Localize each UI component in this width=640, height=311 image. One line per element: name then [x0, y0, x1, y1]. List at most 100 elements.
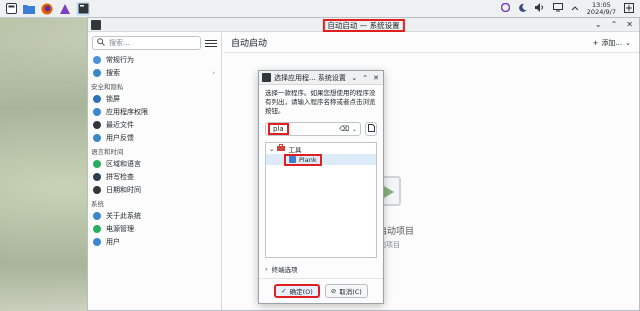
application-search-value: pla [268, 123, 289, 135]
sidebar-item-label: 区域和语言 [106, 159, 141, 168]
sidebar-item-icon [93, 55, 101, 64]
sidebar-item-icon [93, 133, 101, 142]
application-tree: ⌄ 工具 Plank [265, 142, 377, 258]
dialog-maximize-icon[interactable]: ⌃ [362, 74, 368, 82]
chevron-right-icon: › [265, 264, 268, 273]
sidebar-item-icon [93, 185, 101, 194]
taskbar: 13:05 2024/9/7 [0, 0, 640, 18]
sidebar-item-label: 拼写检查 [106, 172, 134, 181]
network-icon[interactable] [552, 3, 563, 14]
window-app-icon [91, 19, 101, 30]
sidebar-item-icon [93, 68, 101, 77]
show-desktop-icon[interactable] [624, 2, 634, 15]
terminal-options-expander[interactable]: › 终端选项 [265, 263, 377, 274]
dialog-description: 选择一款程序。如果您想使用的程序没有列出，请输入程序名称或者点击浏览按钮。 [265, 89, 376, 115]
page-title: 自动启动 [231, 39, 268, 49]
dialog-divider [259, 278, 383, 279]
toolbox-icon [277, 144, 286, 153]
sidebar-item[interactable]: 常规行为 [88, 53, 221, 66]
dialog-titlebar[interactable]: 选择应用程... 系统设置 ⌄ ⌃ ✕ [259, 71, 383, 85]
sidebar-item-label: 日期和时间 [106, 185, 141, 194]
sidebar-item-label: 搜索 [106, 68, 120, 77]
sidebar-item-icon [93, 107, 101, 116]
ok-button[interactable]: ✓ 确定(O) [274, 284, 320, 298]
battery-icon[interactable] [500, 2, 511, 14]
night-mode-icon[interactable] [518, 3, 527, 14]
hamburger-menu-icon[interactable] [205, 37, 217, 49]
sidebar-item-label: 电源管理 [106, 224, 134, 233]
sidebar-item-label: 关于此系统 [106, 211, 141, 220]
plank-app-icon [289, 156, 296, 163]
application-search-input[interactable]: pla ⌫ ⌄ [265, 122, 361, 136]
app-launcher-icon[interactable] [4, 2, 18, 16]
app-store-icon[interactable] [58, 2, 72, 16]
search-placeholder: 搜索... [109, 39, 130, 47]
sidebar-item[interactable]: 最近文件 [88, 118, 221, 131]
sidebar-item[interactable]: 搜索 › [88, 66, 221, 79]
maximize-icon[interactable]: ⌃ [611, 20, 618, 29]
clear-input-icon[interactable]: ⌫ [339, 125, 349, 133]
window-titlebar[interactable]: 自动启动 — 系统设置 ⌄ ⌃ ✕ [88, 18, 639, 32]
sidebar-item-icon [93, 172, 101, 181]
firefox-icon[interactable] [40, 2, 54, 16]
add-button[interactable]: + 添加... ⌄ [593, 38, 631, 48]
choose-application-dialog: 选择应用程... 系统设置 ⌄ ⌃ ✕ 选择一款程序。如果您想使用的程序没有列出… [258, 70, 384, 304]
sidebar-item[interactable]: 日期和时间 [88, 183, 221, 196]
chevron-right-icon: › [212, 68, 215, 77]
sidebar-item[interactable]: 锁屏 [88, 92, 221, 105]
window-title: 自动启动 — 系统设置 [322, 19, 405, 32]
dialog-minimize-icon[interactable]: ⌄ [351, 74, 357, 82]
close-icon[interactable]: ✕ [626, 20, 633, 29]
plus-icon: + [592, 38, 599, 47]
ok-button-label: 确定(O) [289, 288, 313, 296]
sidebar-item[interactable]: 用户反馈 [88, 131, 221, 144]
sidebar: 搜索... 常规行为 搜索 › 安全和隐私 锁屏 应用程序权限 最近文件 用户反馈 语言和时间区… [88, 33, 222, 310]
sidebar-item[interactable]: 拼写检查 [88, 170, 221, 183]
sidebar-item-icon [93, 237, 101, 246]
content-header: 自动启动 + 添加... ⌄ [223, 33, 639, 53]
sidebar-item[interactable]: 关于此系统 [88, 209, 221, 222]
chevron-down-icon: ⌄ [625, 38, 631, 47]
sidebar-item-icon [93, 159, 101, 168]
tree-item-plank[interactable]: Plank [266, 153, 376, 166]
sidebar-section-header: 语言和时间 [91, 147, 124, 156]
sidebar-item[interactable]: 电源管理 [88, 222, 221, 235]
system-settings-task-icon[interactable] [76, 1, 90, 16]
minimize-icon[interactable]: ⌄ [595, 20, 602, 29]
sidebar-search-input[interactable]: 搜索... [92, 36, 201, 50]
sidebar-item-label: 应用程序权限 [106, 107, 148, 116]
file-icon [367, 124, 375, 134]
file-manager-icon[interactable] [22, 2, 36, 16]
sidebar-item-icon [93, 211, 101, 220]
tray-expand-icon[interactable] [571, 5, 579, 13]
volume-icon[interactable] [534, 3, 545, 14]
sidebar-item-label: 用户反馈 [106, 133, 134, 142]
dialog-title: 选择应用程... 系统设置 [274, 73, 346, 82]
cancel-button-label: 取消(C) [339, 288, 362, 296]
sidebar-item-icon [93, 120, 101, 129]
sidebar-item-label: 常规行为 [106, 55, 134, 64]
cancel-button[interactable]: ⊘ 取消(C) [324, 284, 368, 298]
browse-file-button[interactable] [365, 122, 377, 136]
dialog-app-icon [262, 73, 271, 82]
sidebar-item[interactable]: 区域和语言 [88, 157, 221, 170]
sidebar-item-label: 锁屏 [106, 94, 120, 103]
tree-category-label: 工具 [288, 145, 302, 154]
sidebar-item[interactable]: 应用程序权限 [88, 105, 221, 118]
sidebar-item-label: 用户 [106, 237, 120, 246]
search-icon [97, 38, 105, 48]
input-dropdown-icon[interactable]: ⌄ [352, 126, 357, 133]
sidebar-item-icon [93, 94, 101, 103]
checkmark-icon: ✓ [281, 287, 287, 295]
sidebar-item[interactable]: 用户 [88, 235, 221, 248]
dialog-close-icon[interactable]: ✕ [373, 74, 379, 82]
terminal-options-label: 终端选项 [271, 265, 298, 274]
cancel-icon: ⊘ [330, 287, 337, 295]
sidebar-list: 常规行为 搜索 › 安全和隐私 锁屏 应用程序权限 最近文件 用户反馈 语言和时间 区域和语言 拼写… [88, 53, 221, 248]
clock[interactable]: 13:05 2024/9/7 [586, 1, 616, 16]
clock-date: 2024/9/7 [586, 7, 616, 16]
tree-category-tools[interactable]: ⌄ 工具 [266, 143, 376, 154]
sidebar-item-label: 最近文件 [106, 120, 134, 129]
add-button-label: 添加... [601, 38, 623, 47]
collapse-chevron-icon[interactable]: ⌄ [269, 145, 274, 153]
